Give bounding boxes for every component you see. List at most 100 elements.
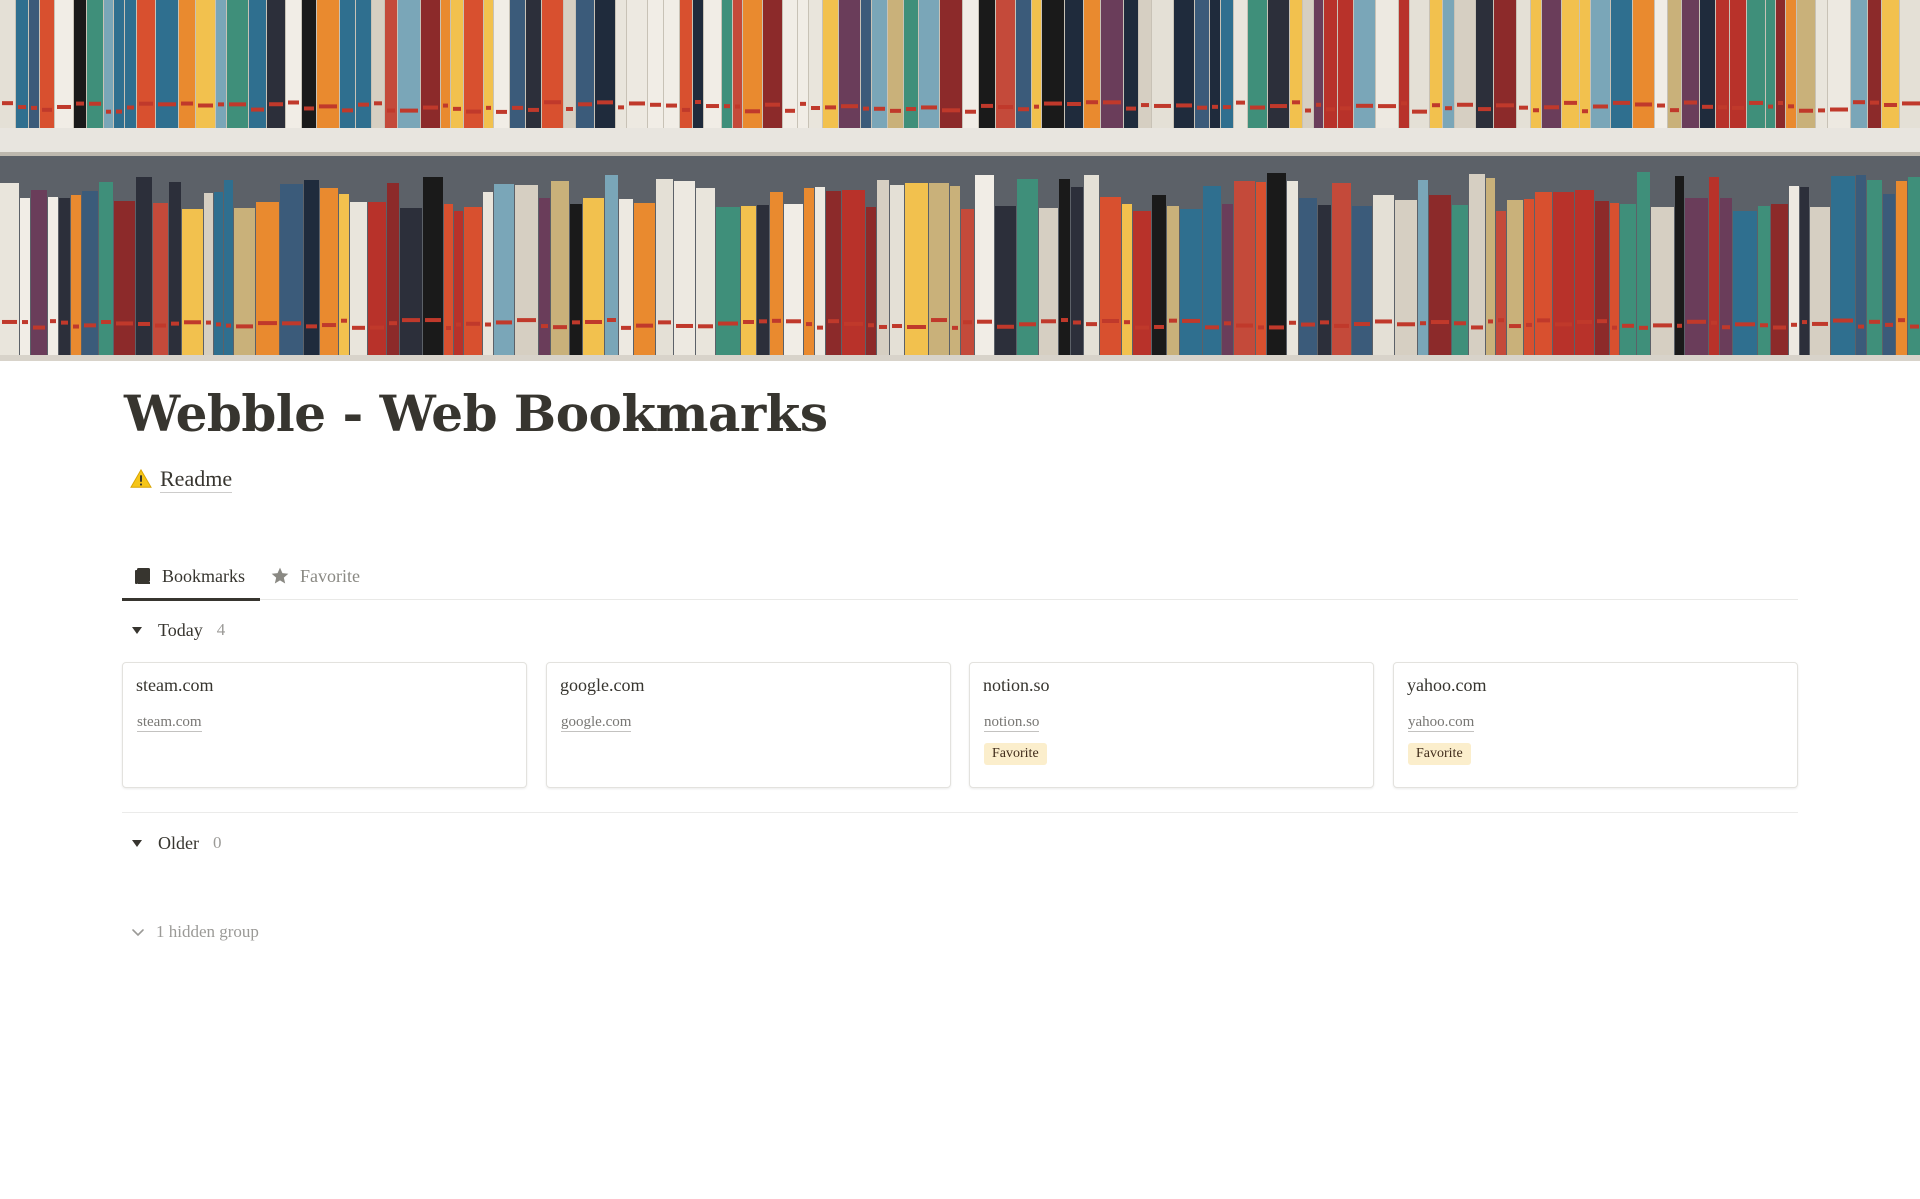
group-header-today[interactable]: Today 4: [130, 615, 225, 645]
favorite-tag: Favorite: [1408, 743, 1471, 765]
decorative-shape: [1735, 322, 1755, 327]
group-count: 4: [216, 620, 226, 639]
card-url-link[interactable]: google.com: [561, 713, 632, 732]
decorative-shape: [1577, 319, 1592, 324]
decorative-shape: [1720, 198, 1732, 361]
decorative-shape: [31, 105, 37, 110]
decorative-shape: [483, 192, 493, 361]
decorative-shape: [466, 321, 480, 326]
card-url-link[interactable]: steam.com: [137, 713, 202, 732]
decorative-shape: [553, 325, 567, 330]
bookmark-card[interactable]: google.com google.com: [546, 662, 951, 788]
decorative-shape: [1268, 0, 1289, 128]
decorative-shape: [76, 101, 84, 106]
decorative-shape: [905, 183, 928, 361]
decorative-shape: [236, 324, 253, 329]
decorative-shape: [1073, 320, 1081, 325]
decorative-shape: [1269, 325, 1284, 330]
group-header-older[interactable]: Older 0: [130, 828, 221, 858]
decorative-shape: [1884, 102, 1897, 107]
readme-label: Readme: [160, 465, 233, 493]
decorative-shape: [1544, 105, 1559, 110]
card-url-link[interactable]: notion.so: [984, 713, 1040, 732]
decorative-shape: [1655, 0, 1667, 128]
decorative-shape: [368, 202, 386, 361]
decorative-shape: [1853, 100, 1865, 105]
decorative-shape: [1182, 318, 1200, 323]
decorative-shape: [907, 324, 926, 329]
decorative-shape: [1141, 103, 1149, 108]
decorative-shape: [1486, 178, 1495, 361]
decorative-shape: [965, 109, 976, 114]
decorative-shape: [952, 325, 958, 330]
tab-favorite[interactable]: Favorite: [270, 552, 360, 600]
bookmark-card[interactable]: notion.so notion.so Favorite: [969, 662, 1374, 788]
decorative-shape: [443, 103, 448, 108]
decorative-shape: [1174, 0, 1194, 128]
decorative-shape: [541, 324, 548, 329]
decorative-shape: [906, 107, 916, 112]
decorative-shape: [745, 109, 760, 114]
decorative-shape: [224, 180, 233, 361]
decorative-shape: [286, 0, 301, 128]
decorative-shape: [1778, 100, 1783, 105]
decorative-shape: [374, 101, 382, 106]
decorative-shape: [1418, 180, 1428, 361]
decorative-shape: [1133, 211, 1151, 361]
decorative-shape: [1580, 0, 1590, 128]
decorative-shape: [772, 318, 781, 323]
decorative-shape: [566, 106, 573, 111]
decorative-shape: [466, 109, 481, 114]
decorative-shape: [1401, 101, 1407, 106]
decorative-shape: [811, 106, 820, 111]
tab-bookmarks[interactable]: Bookmarks: [122, 552, 260, 601]
decorative-shape: [826, 191, 841, 361]
decorative-shape: [1432, 103, 1440, 108]
decorative-shape: [1802, 320, 1807, 325]
decorative-shape: [2, 319, 17, 324]
decorative-shape: [1553, 192, 1574, 361]
decorative-shape: [61, 320, 68, 325]
decorative-shape: [31, 190, 47, 361]
decorative-shape: [1509, 324, 1521, 329]
decorative-shape: [528, 107, 539, 112]
decorative-shape: [868, 323, 874, 328]
bookmark-card[interactable]: steam.com steam.com: [122, 662, 527, 788]
decorative-shape: [496, 320, 512, 325]
decorative-shape: [2, 101, 13, 106]
decorative-shape: [214, 192, 223, 361]
decorative-shape: [1103, 100, 1121, 105]
hidden-groups-toggle[interactable]: 1 hidden group: [130, 918, 259, 946]
decorative-shape: [1101, 0, 1123, 128]
decorative-shape: [1234, 181, 1255, 361]
decorative-shape: [1084, 175, 1099, 361]
decorative-shape: [33, 325, 45, 330]
decorative-shape: [198, 103, 213, 108]
decorative-shape: [304, 106, 314, 111]
readme-link[interactable]: Readme: [130, 462, 233, 496]
decorative-shape: [743, 0, 762, 128]
card-url-link[interactable]: yahoo.com: [1408, 713, 1475, 732]
decorative-shape: [544, 100, 561, 105]
decorative-shape: [1533, 108, 1539, 113]
decorative-shape: [1287, 181, 1298, 361]
decorative-shape: [1212, 104, 1218, 109]
decorative-shape: [877, 180, 889, 361]
decorative-shape: [204, 193, 213, 361]
decorative-shape: [698, 324, 713, 329]
decorative-shape: [339, 194, 349, 361]
decorative-shape: [1733, 211, 1757, 361]
decorative-shape: [621, 325, 631, 330]
decorative-shape: [1564, 100, 1577, 105]
decorative-shape: [1071, 187, 1083, 361]
decorative-shape: [1651, 207, 1674, 361]
decorative-shape: [1373, 195, 1394, 361]
decorative-shape: [1100, 197, 1121, 361]
decorative-shape: [804, 188, 814, 361]
bookmark-card[interactable]: yahoo.com yahoo.com Favorite: [1393, 662, 1798, 788]
bookshelf-illustration: [0, 0, 1920, 361]
decorative-shape: [1126, 106, 1136, 111]
decorative-shape: [0, 183, 19, 361]
group-count: 0: [212, 833, 222, 852]
decorative-shape: [1039, 208, 1058, 361]
